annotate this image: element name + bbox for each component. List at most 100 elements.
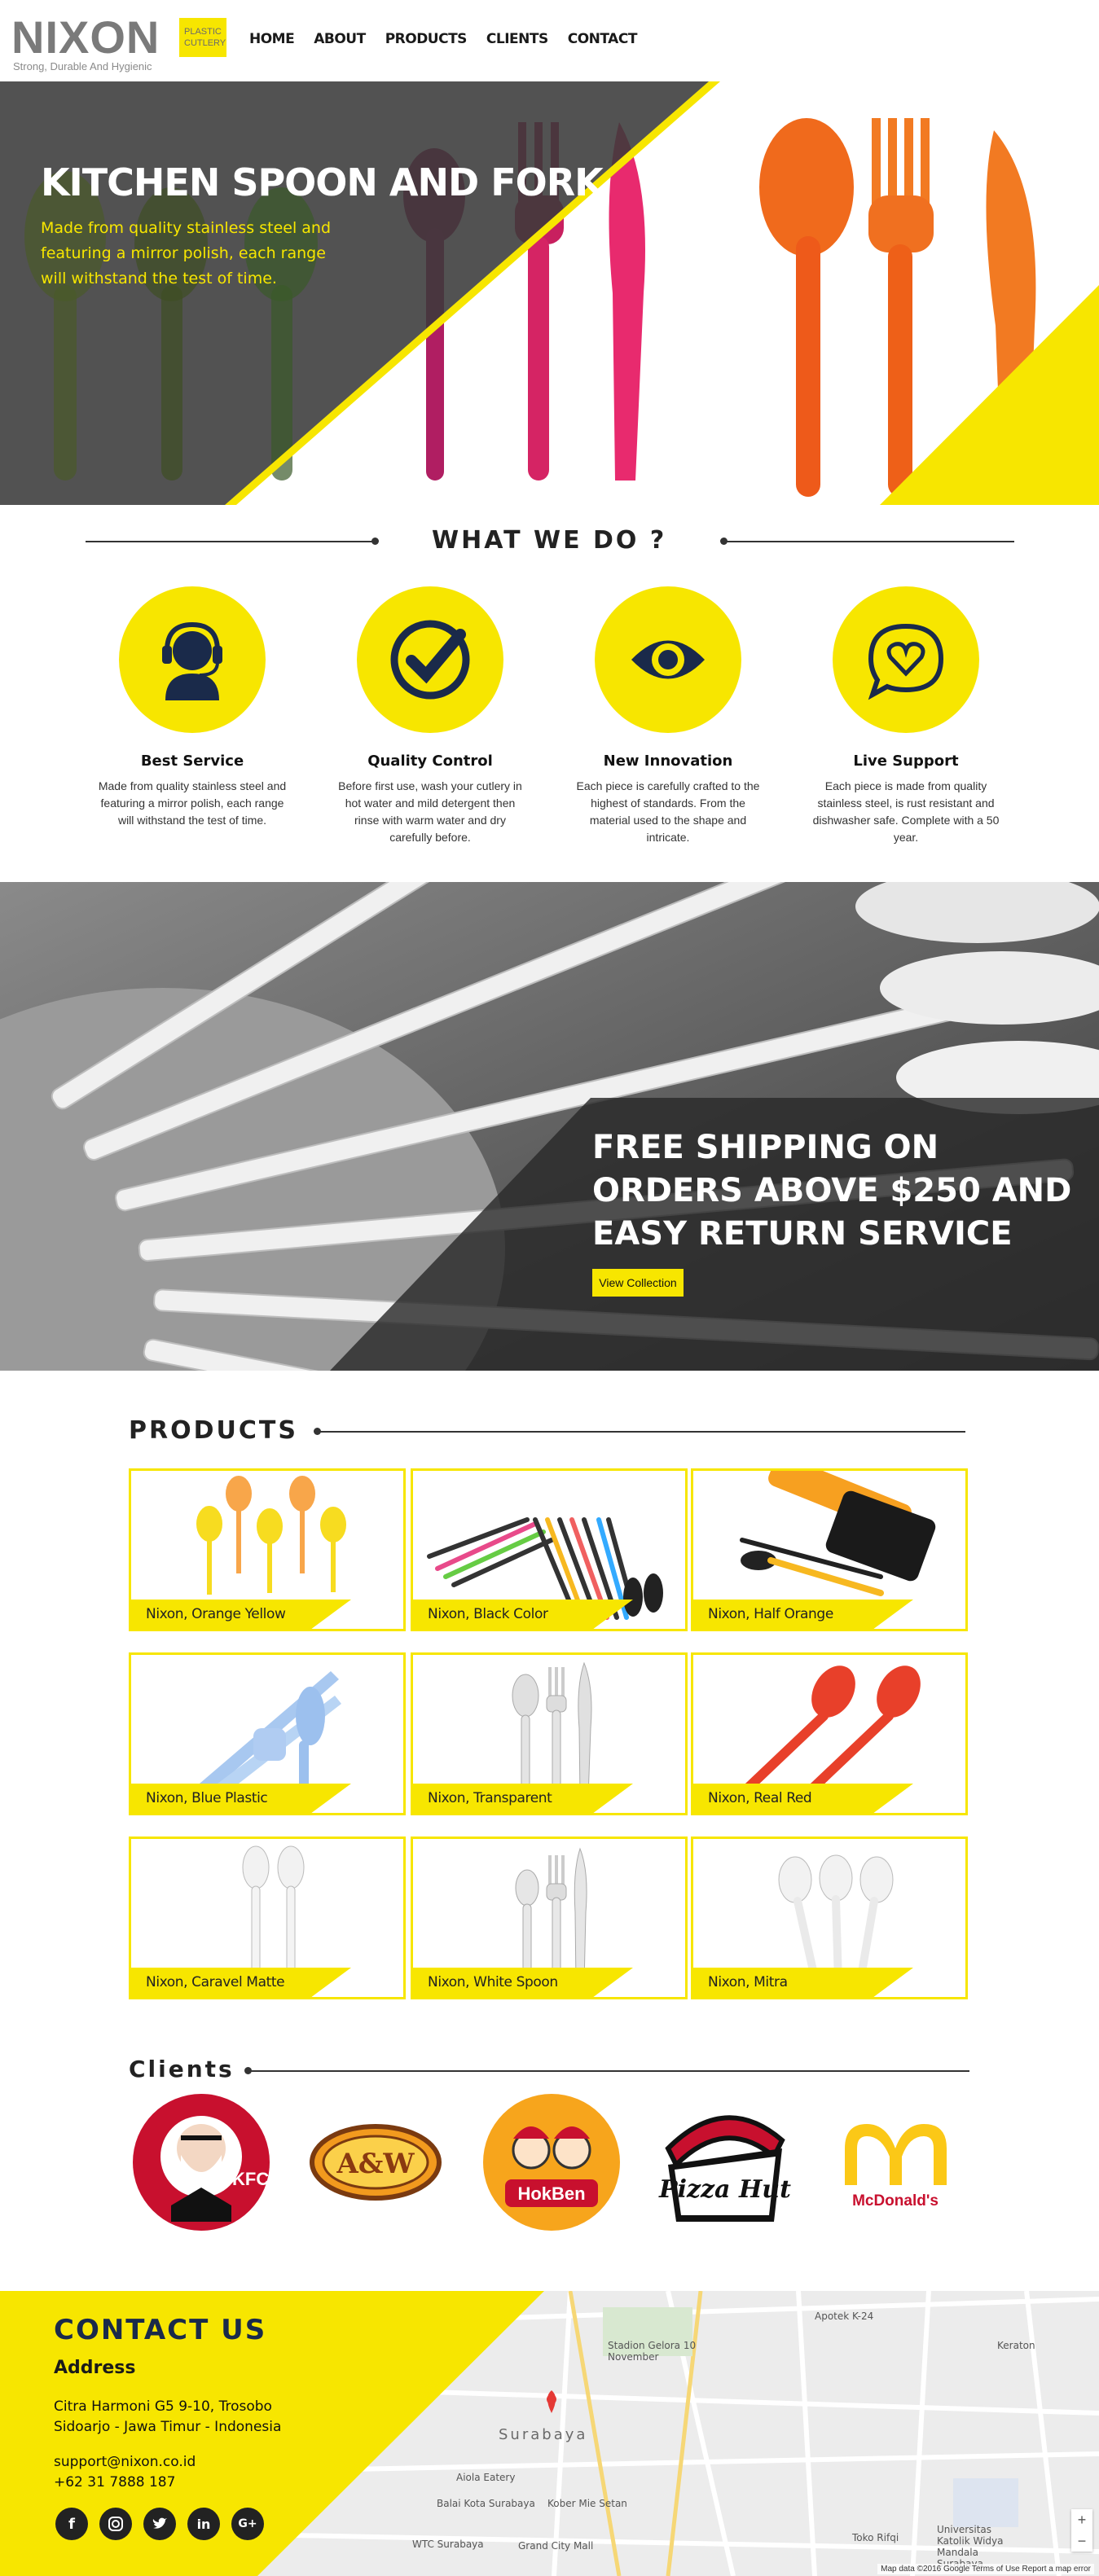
promo-banner: FREE SHIPPING ON ORDERS ABOVE $250 AND E… [0, 882, 1099, 1371]
nav-about[interactable]: ABOUT [314, 31, 366, 47]
logo-wordmark: NIXON [11, 11, 160, 63]
product-card[interactable]: Nixon, Mitra [691, 1837, 968, 1999]
service-title: Live Support [853, 753, 959, 770]
service-text: Made from quality stainless steel and fe… [98, 779, 287, 827]
zoom-in-button[interactable]: + [1071, 2509, 1092, 2530]
map-attribution[interactable]: Map data ©2016 Google Terms of Use Repor… [877, 2564, 1094, 2574]
address-line: Sidoarjo - Jawa Timur - Indonesia [54, 2419, 282, 2435]
client-logo-text: McDonald's [852, 2192, 939, 2210]
product-name: Nixon, Blue Plastic [146, 1790, 268, 1806]
service-best-service: Best Service Made from quality stainless… [95, 586, 290, 829]
service-new-innovation: New Innovation Each piece is carefully c… [570, 586, 766, 846]
map-label: Kober Mie Setan [547, 2498, 627, 2509]
client-logo-mcdonalds[interactable]: McDonald's [824, 2091, 967, 2234]
clients-heading: Clients [129, 2056, 235, 2082]
product-card[interactable]: Nixon, Black Color [411, 1468, 688, 1631]
clients-section: Clients KFC A&W HokBen Pizza Hut McDonal… [0, 2051, 1099, 2291]
product-card[interactable]: Nixon, Transparent [411, 1652, 688, 1815]
product-name: Nixon, Transparent [428, 1790, 552, 1806]
nav-home[interactable]: HOME [249, 31, 295, 47]
client-logo-kfc[interactable]: KFC [130, 2091, 273, 2234]
twitter-icon[interactable] [143, 2508, 176, 2540]
hero-subtitle: Made from quality stainless steel and fe… [41, 219, 332, 287]
product-card[interactable]: Nixon, Blue Plastic [129, 1652, 406, 1815]
client-logo-text: Pizza Hut [658, 2175, 791, 2204]
instagram-icon[interactable] [99, 2508, 132, 2540]
social-links: f in G+ [55, 2508, 264, 2540]
map-label: Apotek K-24 [815, 2311, 874, 2322]
google-plus-icon[interactable]: G+ [231, 2508, 264, 2540]
map-label: Aiola Eatery [456, 2472, 516, 2483]
product-name: Nixon, Black Color [428, 1606, 548, 1622]
client-logo-text: HokBen [517, 2183, 585, 2204]
zoom-out-button[interactable]: − [1071, 2530, 1092, 2552]
site-header: NIXON PLASTIC CUTLERY Strong, Durable An… [0, 0, 1099, 81]
product-name: Nixon, White Spoon [428, 1974, 558, 1990]
map-label: WTC Surabaya [412, 2539, 484, 2550]
service-title: Best Service [140, 753, 244, 770]
contact-title: CONTACT US [54, 2314, 267, 2346]
nav-clients[interactable]: CLIENTS [486, 31, 548, 47]
hero-title: KITCHEN SPOON AND FORK [41, 160, 604, 204]
product-name: Nixon, Orange Yellow [146, 1606, 286, 1622]
map-label: Universitas Katolik Widya Mandala Suraba… [937, 2524, 1004, 2569]
logo-badge: PLASTIC CUTLERY [179, 18, 226, 57]
service-live-support: Live Support Each piece is made from qua… [808, 586, 1004, 846]
clients-heading-row: Clients [0, 2051, 1099, 2091]
check-circle-icon [357, 586, 503, 733]
view-collection-button[interactable]: View Collection [592, 1269, 684, 1297]
service-title: New Innovation [603, 753, 733, 770]
product-card[interactable]: Nixon, Caravel Matte [129, 1837, 406, 1999]
promo-title: FREE SHIPPING ON ORDERS ABOVE $250 AND E… [592, 1129, 1072, 1253]
service-text: Before first use, wash your cutlery in h… [338, 779, 522, 844]
brand-logo[interactable]: NIXON PLASTIC CUTLERY Strong, Durable An… [11, 11, 226, 77]
main-nav: HOME ABOUT PRODUCTS CLIENTS CONTACT [249, 31, 637, 47]
product-card[interactable]: Nixon, Orange Yellow [129, 1468, 406, 1631]
heading-rule-right [725, 541, 1014, 542]
logo-tagline: Strong, Durable And Hygienic [13, 60, 152, 72]
email-link[interactable]: support@nixon.co.id [54, 2452, 196, 2473]
client-logo-text: A&W [336, 2148, 415, 2180]
map-zoom-control[interactable]: + − [1071, 2509, 1092, 2552]
products-section: PRODUCTS Nixon, Orange Yellow Nixon, Bla… [0, 1371, 1099, 2051]
map-label: Grand City Mall [518, 2540, 594, 2552]
service-text: Each piece is made from quality stainles… [812, 779, 1000, 844]
contact-section: Apotek K-24 Stadion Gelora 10 November K… [0, 2291, 1099, 2576]
client-logo-hokben[interactable]: HokBen [481, 2091, 623, 2234]
product-name: Nixon, Half Orange [708, 1606, 833, 1622]
services-heading: WHAT WE DO ? [432, 526, 667, 555]
services-heading-row: WHAT WE DO ? [0, 521, 1099, 562]
products-heading: PRODUCTS [129, 1416, 298, 1445]
hero-banner: KITCHEN SPOON AND FORK Made from quality… [0, 81, 1099, 505]
heart-chat-icon [833, 586, 979, 733]
map-label: Balai Kota Surabaya [437, 2498, 535, 2509]
nav-contact[interactable]: CONTACT [568, 31, 638, 47]
service-title: Quality Control [367, 753, 493, 770]
phone-number: +62 31 7888 187 [54, 2474, 176, 2490]
map-label: Surabaya [499, 2426, 588, 2443]
heading-rule-left [86, 541, 375, 542]
service-text: Each piece is carefully crafted to the h… [576, 779, 760, 844]
product-card[interactable]: Nixon, Half Orange [691, 1468, 968, 1631]
client-logo-pizza-hut[interactable]: Pizza Hut [652, 2091, 794, 2234]
product-card[interactable]: Nixon, White Spoon [411, 1837, 688, 1999]
nav-products[interactable]: PRODUCTS [385, 31, 468, 47]
product-name: Nixon, Mitra [708, 1974, 788, 1990]
product-name: Nixon, Caravel Matte [146, 1974, 285, 1990]
headset-icon [119, 586, 266, 733]
facebook-icon[interactable]: f [55, 2508, 88, 2540]
client-logo-aw[interactable]: A&W [305, 2091, 447, 2234]
linkedin-icon[interactable]: in [187, 2508, 220, 2540]
services-section: WHAT WE DO ? Best Service Made from qual… [0, 505, 1099, 882]
heading-rule [318, 1431, 965, 1433]
heading-dot-left [371, 538, 379, 545]
map-label: Stadion Gelora 10 November [608, 2340, 697, 2363]
address-line: Citra Harmoni G5 9-10, Trosobo [54, 2398, 272, 2415]
heading-rule [248, 2070, 969, 2072]
address-heading: Address [54, 2358, 136, 2378]
map-label: Keraton [997, 2340, 1035, 2351]
contact-details: support@nixon.co.id +62 31 7888 187 [54, 2452, 196, 2493]
address-text: Citra Harmoni G5 9-10, Trosobo Sidoarjo … [54, 2397, 281, 2438]
product-card[interactable]: Nixon, Real Red [691, 1652, 968, 1815]
product-name: Nixon, Real Red [708, 1790, 812, 1806]
